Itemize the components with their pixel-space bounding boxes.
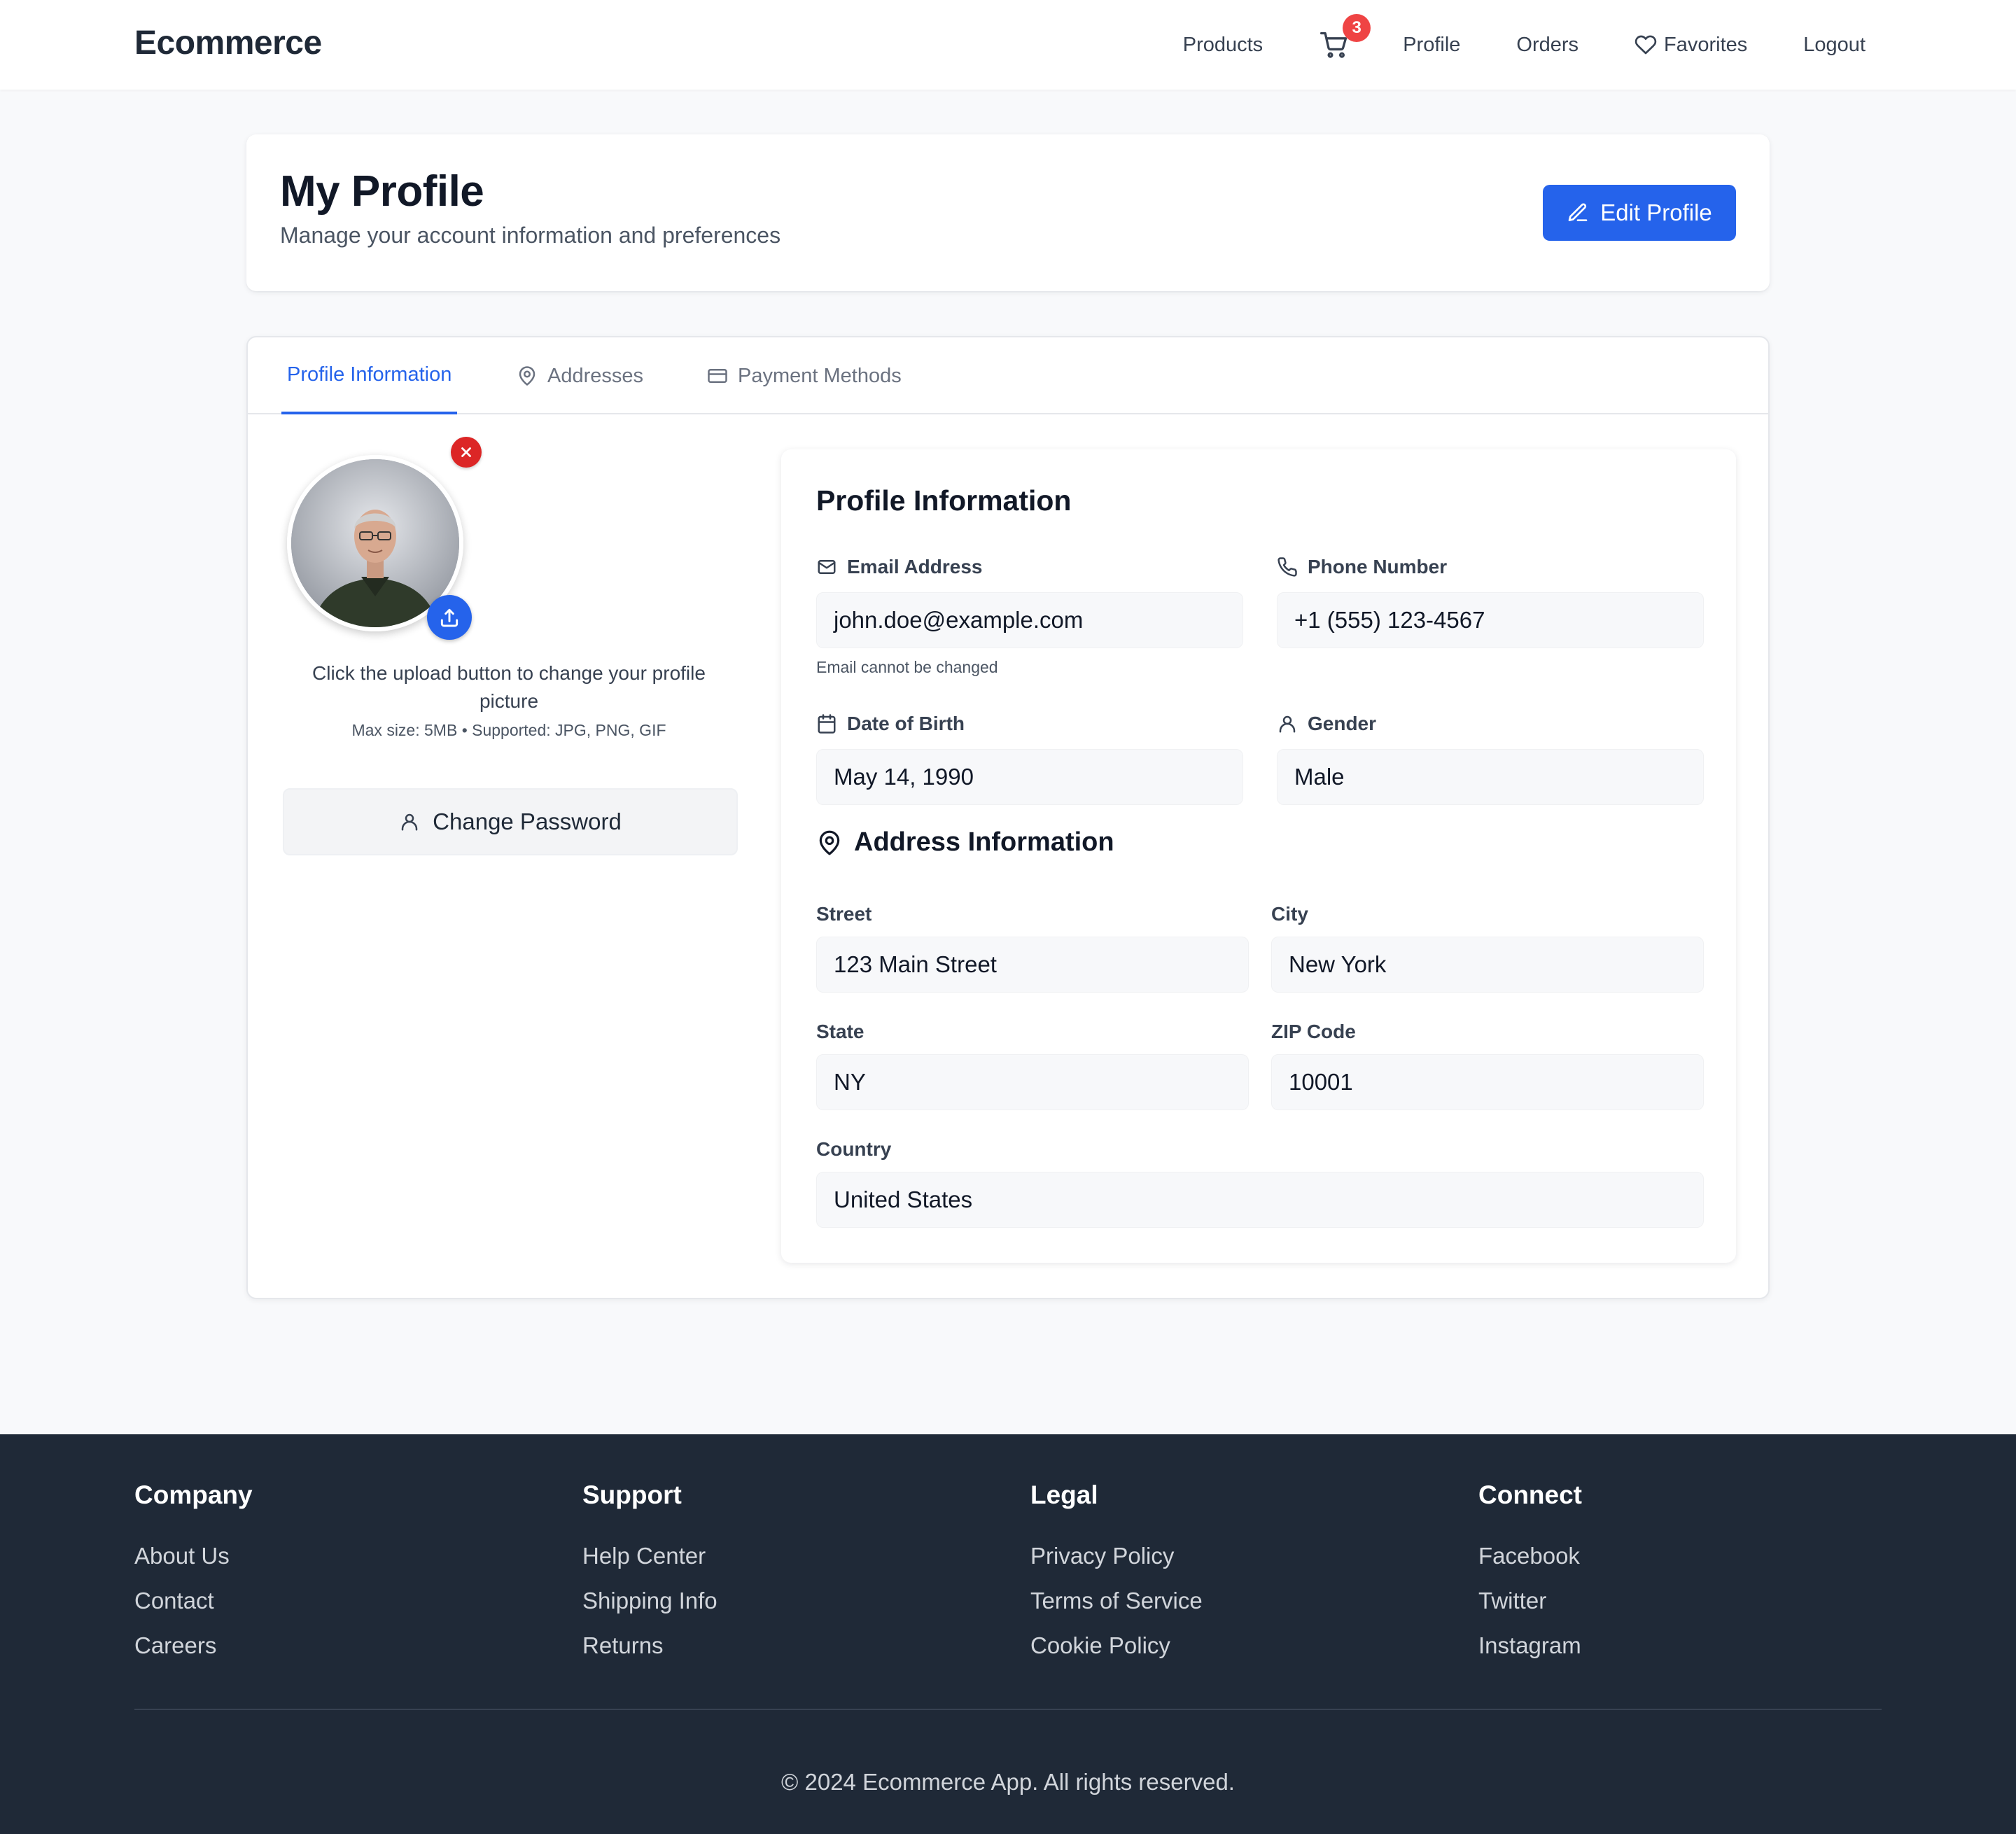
footer-divider (134, 1709, 1882, 1710)
footer-column-connect: Connect Facebook Twitter Instagram (1478, 1480, 1582, 1668)
nav-links: Products 3 Profile Orders Favorites Logo… (1183, 0, 1865, 90)
tab-payment-methods[interactable]: Payment Methods (707, 337, 902, 414)
gender-field[interactable]: Male (1277, 749, 1704, 805)
phone-icon (1278, 557, 1297, 577)
credit-card-icon (708, 369, 727, 383)
footer-column-support: Support Help Center Shipping Info Return… (582, 1480, 718, 1668)
footer-heading: Support (582, 1480, 682, 1509)
footer-column-legal: Legal Privacy Policy Terms of Service Co… (1030, 1480, 1203, 1668)
footer-heading: Legal (1030, 1480, 1098, 1509)
nav-logout-link[interactable]: Logout (1803, 34, 1865, 57)
change-password-button[interactable]: Change Password (283, 788, 738, 855)
edit-profile-button[interactable]: Edit Profile (1543, 185, 1736, 241)
map-pin-icon (519, 366, 536, 386)
footer-link-help-center[interactable]: Help Center (582, 1534, 718, 1578)
gender-label: Gender (1277, 713, 1376, 735)
cart-button[interactable]: 3 (1319, 14, 1371, 60)
state-field[interactable]: NY (816, 1054, 1249, 1110)
avatar-container (287, 437, 482, 640)
profile-tabs: Profile Information Addresses Payment Me… (248, 337, 1768, 414)
mail-icon (818, 560, 836, 574)
state-label: State (816, 1021, 864, 1042)
dob-field[interactable]: May 14, 1990 (816, 749, 1243, 805)
zip-label: ZIP Code (1271, 1021, 1356, 1042)
map-pin-icon (819, 830, 840, 855)
footer-heading: Connect (1478, 1480, 1582, 1509)
phone-label-text: Phone Number (1308, 556, 1448, 578)
footer-link-cookie-policy[interactable]: Cookie Policy (1030, 1623, 1203, 1668)
heart-icon (1634, 35, 1657, 55)
footer-link-shipping-info[interactable]: Shipping Info (582, 1578, 718, 1623)
address-section-title: Address Information (816, 827, 1114, 858)
edit-profile-label: Edit Profile (1600, 200, 1712, 225)
nav-favorites-link[interactable]: Favorites (1634, 34, 1747, 57)
email-field[interactable]: john.doe@example.com (816, 592, 1243, 648)
upload-icon (440, 608, 458, 627)
tab-profile-information[interactable]: Profile Information (281, 337, 458, 414)
city-field[interactable]: New York (1271, 937, 1704, 993)
footer-link-privacy-policy[interactable]: Privacy Policy (1030, 1534, 1203, 1578)
brand-logo[interactable]: Ecommerce (134, 24, 322, 62)
upload-hint-text: Click the upload button to change your p… (312, 662, 706, 712)
page-subtitle: Manage your account information and pref… (280, 223, 781, 248)
profile-info-panel: Profile Information Email Address john.d… (781, 449, 1736, 1263)
street-label: Street (816, 903, 872, 925)
tab-addresses[interactable]: Addresses (517, 337, 643, 414)
change-password-label: Change Password (433, 808, 622, 834)
gender-label-text: Gender (1308, 713, 1377, 734)
calendar-icon (818, 714, 836, 734)
footer-heading: Company (134, 1480, 253, 1509)
country-label: Country (816, 1138, 892, 1160)
phone-field[interactable]: +1 (555) 123-4567 (1277, 592, 1704, 648)
dob-label-text: Date of Birth (847, 713, 965, 734)
footer-link-instagram[interactable]: Instagram (1478, 1623, 1582, 1668)
footer-column-company: Company About Us Contact Careers (134, 1480, 253, 1668)
cart-count-badge: 3 (1343, 14, 1371, 42)
copyright-text: © 2024 Ecommerce App. All rights reserve… (781, 1769, 1235, 1795)
nav-favorites-label: Favorites (1664, 33, 1748, 56)
footer-link-returns[interactable]: Returns (582, 1623, 718, 1668)
footer-link-terms-of-service[interactable]: Terms of Service (1030, 1578, 1203, 1623)
email-label: Email Address (816, 556, 982, 578)
tab-label: Addresses (547, 364, 644, 387)
close-icon (461, 447, 471, 457)
email-label-text: Email Address (847, 556, 983, 578)
footer-link-careers[interactable]: Careers (134, 1623, 253, 1668)
footer-link-twitter[interactable]: Twitter (1478, 1578, 1582, 1623)
nav-profile-link[interactable]: Profile (1403, 34, 1460, 57)
tab-label: Profile Information (287, 363, 452, 386)
country-field[interactable]: United States (816, 1172, 1704, 1228)
phone-label: Phone Number (1277, 556, 1447, 578)
zip-field[interactable]: 10001 (1271, 1054, 1704, 1110)
profile-section-title: Profile Information (816, 484, 1072, 517)
top-navbar: Ecommerce Products 3 Profile Orders Favo… (0, 0, 2016, 90)
upload-meta-text: Max size: 5MB • Supported: JPG, PNG, GIF (351, 721, 666, 739)
footer-link-contact[interactable]: Contact (134, 1578, 253, 1623)
pencil-icon (1568, 203, 1588, 221)
nav-orders-link[interactable]: Orders (1516, 34, 1578, 57)
footer-link-facebook[interactable]: Facebook (1478, 1534, 1582, 1578)
address-title-text: Address Information (854, 827, 1114, 857)
dob-label: Date of Birth (816, 713, 965, 735)
profile-main-card: Profile Information Addresses Payment Me… (246, 336, 1770, 1299)
user-icon (1279, 715, 1296, 733)
street-field[interactable]: 123 Main Street (816, 937, 1249, 993)
remove-photo-button[interactable] (451, 437, 482, 468)
nav-products-link[interactable]: Products (1183, 34, 1263, 57)
profile-header-card: My Profile Manage your account informati… (246, 134, 1770, 291)
tab-label: Payment Methods (738, 364, 902, 387)
city-label: City (1271, 903, 1308, 925)
email-note: Email cannot be changed (816, 658, 998, 676)
upload-photo-button[interactable] (427, 595, 472, 640)
footer-link-about-us[interactable]: About Us (134, 1534, 253, 1578)
page-title: My Profile (280, 167, 484, 216)
user-icon (401, 813, 418, 831)
footer: Company About Us Contact Careers Support… (0, 1434, 2016, 1834)
